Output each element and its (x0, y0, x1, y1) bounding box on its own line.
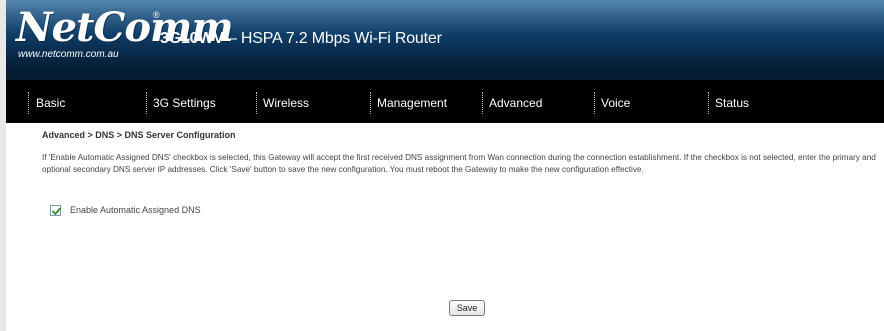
auto-dns-checkbox[interactable] (50, 204, 61, 216)
product-title: 3G10WV – HSPA 7.2 Mbps Wi-Fi Router (160, 30, 442, 48)
header-banner: NetComm ® www.netcomm.com.au 3G10WV – HS… (6, 0, 884, 80)
nav-item-basic[interactable]: Basic (6, 80, 144, 123)
page-description: If 'Enable Automatic Assigned DNS' check… (42, 153, 876, 174)
main-nav: Basic 3G Settings Wireless Management Ad… (6, 80, 884, 123)
breadcrumb: Advanced > DNS > DNS Server Configuratio… (42, 130, 236, 140)
nav-item-voice[interactable]: Voice (592, 80, 706, 123)
nav-item-wireless[interactable]: Wireless (254, 80, 368, 123)
save-button[interactable]: Save (449, 300, 485, 316)
product-model: 3G10WV (160, 30, 224, 47)
nav-item-status[interactable]: Status (706, 80, 806, 123)
checkmark-icon (52, 207, 61, 215)
nav-item-advanced[interactable]: Advanced (480, 80, 592, 123)
product-description: – HSPA 7.2 Mbps Wi-Fi Router (223, 30, 442, 47)
router-admin-page: NetComm ® www.netcomm.com.au 3G10WV – HS… (6, 0, 884, 331)
logo-url: www.netcomm.com.au (18, 49, 119, 60)
auto-dns-label: Enable Automatic Assigned DNS (70, 205, 201, 215)
nav-item-management[interactable]: Management (368, 80, 480, 123)
registered-mark: ® (153, 10, 160, 20)
nav-item-3g-settings[interactable]: 3G Settings (144, 80, 254, 123)
auto-dns-row: Enable Automatic Assigned DNS (50, 203, 201, 217)
main-content: Advanced > DNS > DNS Server Configuratio… (6, 123, 884, 331)
